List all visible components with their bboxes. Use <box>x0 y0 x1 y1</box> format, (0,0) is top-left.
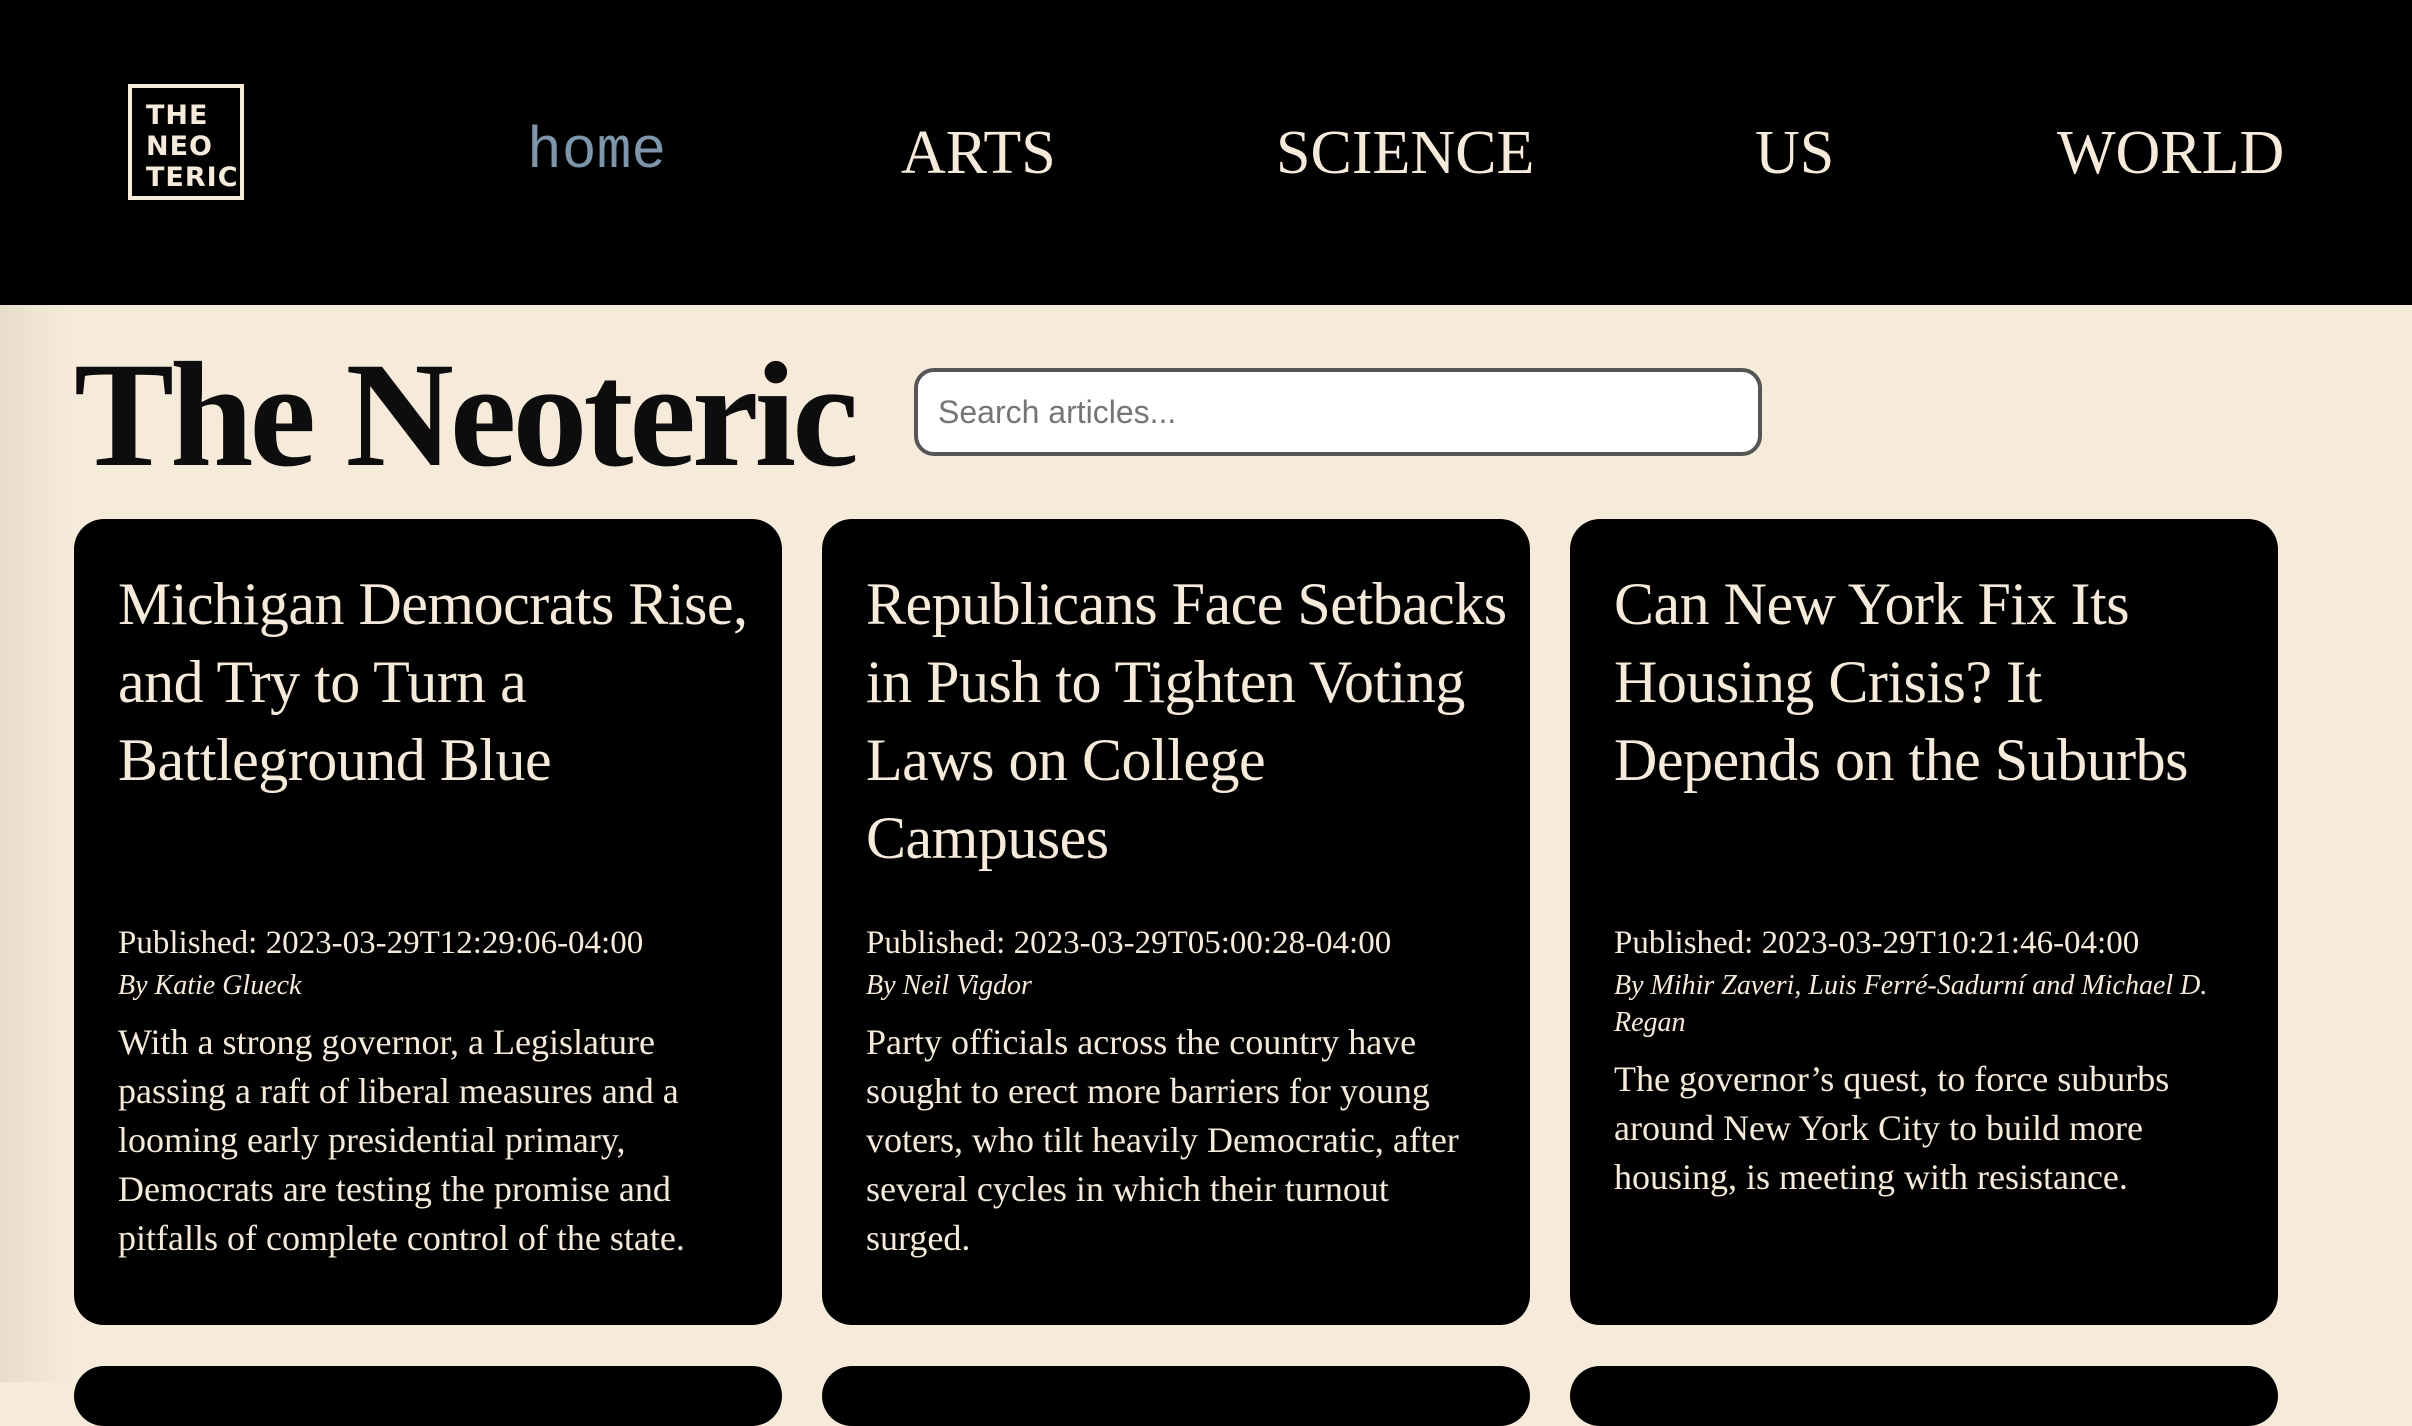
article-meta: Published: 2023-03-29T10:21:46-04:00 By … <box>1614 921 2238 1202</box>
site-title: The Neoteric <box>74 332 859 498</box>
article-summary: Party officials across the country have … <box>866 1022 1459 1258</box>
logo-line: NEO <box>146 131 213 162</box>
article-card-next-row[interactable] <box>1570 1366 2278 1426</box>
site-logo[interactable]: THE NEO TERIC <box>128 84 244 200</box>
article-card[interactable]: Can New York Fix Its Housing Crisis? It … <box>1570 519 2278 1325</box>
article-card-next-row[interactable] <box>822 1366 1530 1426</box>
article-meta: Published: 2023-03-29T12:29:06-04:00 By … <box>118 921 742 1263</box>
nav-arts-link[interactable]: ARTS <box>901 118 1056 188</box>
article-published-date: Published: 2023-03-29T10:21:46-04:00 <box>1614 925 2140 961</box>
article-summary: The governor’s quest, to force suburbs a… <box>1614 1059 2170 1197</box>
article-byline: By Mihir Zaveri, Luis Ferré-Sadurní and … <box>1614 970 2208 1038</box>
article-title[interactable]: Michigan Democrats Rise, and Try to Turn… <box>118 565 762 799</box>
nav-us-link[interactable]: US <box>1755 118 1834 188</box>
top-navigation-bar: THE NEO TERIC home ARTS SCIENCE US WORLD <box>0 0 2412 305</box>
article-title[interactable]: Republicans Face Setbacks in Push to Tig… <box>866 565 1510 877</box>
article-card[interactable]: Michigan Democrats Rise, and Try to Turn… <box>74 519 782 1325</box>
nav-home-link[interactable]: home <box>527 118 666 188</box>
article-meta: Published: 2023-03-29T05:00:28-04:00 By … <box>866 921 1490 1263</box>
article-byline: By Katie Glueck <box>118 970 302 1001</box>
page-edge-shade <box>0 305 70 1382</box>
article-title[interactable]: Can New York Fix Its Housing Crisis? It … <box>1614 565 2258 799</box>
article-summary: With a strong governor, a Legislature pa… <box>118 1022 685 1258</box>
logo-line: THE <box>146 100 209 131</box>
nav-world-link[interactable]: WORLD <box>2057 118 2284 188</box>
article-published-date: Published: 2023-03-29T12:29:06-04:00 <box>118 925 644 961</box>
article-card-next-row[interactable] <box>74 1366 782 1426</box>
logo-line: TERIC <box>146 162 239 193</box>
nav-science-link[interactable]: SCIENCE <box>1276 118 1534 188</box>
article-byline: By Neil Vigdor <box>866 970 1032 1001</box>
article-card[interactable]: Republicans Face Setbacks in Push to Tig… <box>822 519 1530 1325</box>
search-input[interactable] <box>914 368 1762 456</box>
article-published-date: Published: 2023-03-29T05:00:28-04:00 <box>866 925 1392 961</box>
